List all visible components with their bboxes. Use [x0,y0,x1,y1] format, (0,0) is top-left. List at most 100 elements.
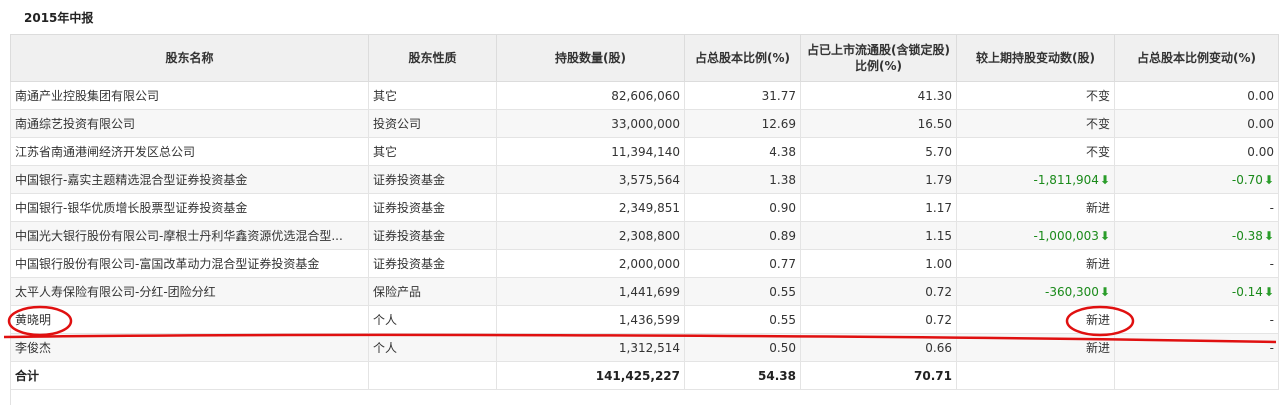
cell-holder-name-text: 太平人寿保险有限公司-分红-团险分红 [15,285,216,299]
cell-holder-name: 太平人寿保险有限公司-分红-团险分红 [10,277,369,306]
cell-change-shares-text: 新进 [1085,257,1110,271]
cell-pct-float-text: 0.72 [925,284,952,299]
cell-change-pct-text: -0.14 [1231,284,1263,299]
cell-pct-float-text: 0.72 [925,312,952,327]
cell-pct-float: 0.66 [800,333,957,362]
header-holder-type[interactable]: 股东性质 [368,34,497,82]
cell-holder-name: 李俊杰 [10,333,369,362]
cell-pct-total: 0.90 [684,193,801,222]
cell-shares-text: 3,575,564 [618,172,680,187]
cell-change-shares: -360,300⬇ [956,277,1115,306]
cell-change-pct: 0.00 [1114,81,1279,110]
cell-change-pct-text: 0.00 [1247,88,1274,103]
cell-pct-float: 16.50 [800,109,957,138]
header-shares[interactable]: 持股数量(股) [496,34,685,82]
cell-pct-total: 0.77 [684,249,801,278]
cell-pct-total: 0.55 [684,277,801,306]
table-row: 黄晓明 个人 1,436,599 0.55 0.72 新进 - [10,305,1279,334]
cell-holder-type: 证券投资基金 [368,165,497,194]
cell-pct-float: 0.72 [800,305,957,334]
cell-change-shares-text: -1,000,003 [1033,228,1099,243]
cell-holder-type: 证券投资基金 [368,249,497,278]
cell-holder-type: 证券投资基金 [368,221,497,250]
cell-pct-float-text: 1.79 [925,172,952,187]
cell-holder-name-text: 李俊杰 [15,341,52,355]
cell-holder-name-text: 中国银行股份有限公司-富国改革动力混合型证券投资基金 [15,257,320,271]
cell-shares-text: 33,000,000 [611,116,680,131]
cell-pct-float-text: 0.66 [925,340,952,355]
cell-holder-type-text: 证券投资基金 [373,229,446,243]
table-row: 南通产业控股集团有限公司 其它 82,606,060 31.77 41.30 不变 0.00 [10,81,1279,110]
cell-change-shares: 新进 [956,333,1115,362]
total-change-pct-empty [1114,361,1279,390]
cell-pct-float-text: 16.50 [917,116,952,131]
cell-shares: 2,000,000 [496,249,685,278]
cell-holder-type: 其它 [368,137,497,166]
cell-holder-type-text: 证券投资基金 [373,201,446,215]
cell-change-pct: -0.38⬇ [1114,221,1279,250]
cell-holder-name: 中国光大银行股份有限公司-摩根士丹利华鑫资源优选混合型... [10,221,369,250]
shareholder-table-container: 股东名称 股东性质 持股数量(股) 占总股本比例(%) 占已上市流通股(含锁定股… [10,34,1279,390]
cell-shares-text: 2,308,800 [618,228,680,243]
down-arrow-icon: ⬇ [1099,284,1110,299]
cell-pct-float: 1.17 [800,193,957,222]
cell-holder-name-text: 江苏省南通港闸经济开发区总公司 [15,145,196,159]
cell-pct-total-text: 31.77 [761,88,796,103]
table-header-row: 股东名称 股东性质 持股数量(股) 占总股本比例(%) 占已上市流通股(含锁定股… [10,34,1279,82]
cell-change-shares: 不变 [956,81,1115,110]
cell-pct-total-text: 0.89 [769,228,796,243]
header-change-pct[interactable]: 占总股本比例变动(%) [1114,34,1279,82]
cell-pct-total: 1.38 [684,165,801,194]
header-pct-total[interactable]: 占总股本比例(%) [684,34,801,82]
total-type-empty [368,361,497,390]
header-holder-name[interactable]: 股东名称 [10,34,369,82]
shareholder-table: 股东名称 股东性质 持股数量(股) 占总股本比例(%) 占已上市流通股(含锁定股… [10,34,1279,390]
cell-change-pct: -0.70⬇ [1114,165,1279,194]
table-row: 中国银行-银华优质增长股票型证券投资基金 证券投资基金 2,349,851 0.90 1… [10,193,1279,222]
cell-shares: 3,575,564 [496,165,685,194]
down-arrow-icon: ⬇ [1263,172,1274,187]
cell-pct-float: 5.70 [800,137,957,166]
cell-change-pct: - [1114,193,1279,222]
cell-change-pct-text: 0.00 [1247,116,1274,131]
report-title-bar: 2015年中报 [10,0,1278,34]
cell-pct-total: 4.38 [684,137,801,166]
cell-shares: 1,441,699 [496,277,685,306]
cell-holder-type-text: 证券投资基金 [373,257,446,271]
cell-change-pct-text: - [1269,312,1274,327]
cell-change-pct-text: - [1269,200,1274,215]
cell-change-pct: -0.14⬇ [1114,277,1279,306]
cell-holder-type-text: 投资公司 [373,117,422,131]
cell-shares: 1,312,514 [496,333,685,362]
report-title: 2015年中报 [24,11,94,25]
cell-change-shares-text: 新进 [1085,341,1110,355]
cell-change-shares-text: -360,300 [1044,284,1099,299]
cell-pct-total: 31.77 [684,81,801,110]
header-pct-float[interactable]: 占已上市流通股(含锁定股)比例(%) [800,34,957,82]
total-label: 合计 [10,361,369,390]
cell-change-shares: 不变 [956,109,1115,138]
cell-change-shares: -1,000,003⬇ [956,221,1115,250]
cell-change-shares: 不变 [956,137,1115,166]
cell-change-shares: 新进 [956,193,1115,222]
cell-pct-float-text: 1.17 [925,200,952,215]
cell-pct-total-text: 0.50 [769,340,796,355]
cell-pct-total-text: 1.38 [769,172,796,187]
cell-shares: 2,308,800 [496,221,685,250]
table-total-row: 合计 141,425,227 54.38 70.71 [10,361,1279,390]
cell-shares-text: 1,441,699 [618,284,680,299]
header-change-shares[interactable]: 较上期持股变动数(股) [956,34,1115,82]
cell-shares-text: 82,606,060 [611,88,680,103]
cell-change-pct-text: -0.38 [1231,228,1263,243]
cell-holder-name: 中国银行-嘉实主题精选混合型证券投资基金 [10,165,369,194]
cell-change-pct-text: -0.70 [1231,172,1263,187]
cell-shares-text: 1,436,599 [618,312,680,327]
cell-holder-name-text: 黄晓明 [15,313,52,327]
cell-pct-float: 0.72 [800,277,957,306]
cell-change-shares-text: 不变 [1085,89,1110,103]
cell-holder-type: 投资公司 [368,109,497,138]
down-arrow-icon: ⬇ [1263,228,1274,243]
cell-holder-type: 个人 [368,305,497,334]
cell-holder-name: 黄晓明 [10,305,369,334]
total-pct-float: 70.71 [800,361,957,390]
